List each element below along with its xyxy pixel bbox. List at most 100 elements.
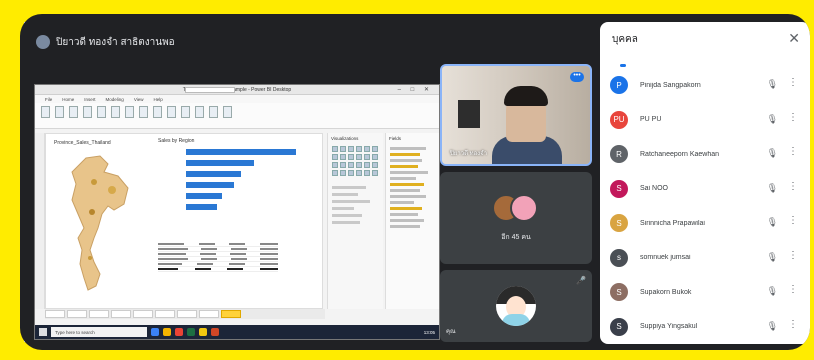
thailand-map	[71, 155, 129, 291]
participant-row[interactable]: S Sai NOO 🎙 ⋮	[600, 172, 810, 207]
mic-off-icon[interactable]: 🎙	[767, 286, 778, 297]
host-video-tile[interactable]: ••• ปิยาวดี ทองจำ	[440, 64, 592, 166]
avatar: P	[610, 76, 628, 95]
self-avatar	[496, 286, 536, 326]
excel-icon	[187, 328, 195, 336]
report-canvas: Province_Sales_Thailand Sales by Region	[45, 133, 323, 309]
participant-name: Sirinnicha Prapawilai	[640, 219, 705, 227]
visualizations-title: Visualizations	[331, 136, 359, 141]
host-name-label: ปิยาวดี ทองจำ	[450, 151, 487, 157]
shared-screen[interactable]: Thailand Sales 2019 Sample - Power BI De…	[34, 84, 440, 340]
mic-off-icon[interactable]: 🎙	[767, 183, 778, 194]
more-vert-icon[interactable]: ⋮	[788, 216, 798, 226]
report-page-tabs	[45, 309, 325, 319]
windows-start-icon	[39, 328, 47, 336]
taskbar-search: Type here to search	[51, 327, 147, 337]
more-vert-icon[interactable]: ⋮	[788, 285, 798, 295]
report-left-rail	[35, 133, 45, 309]
mic-off-icon[interactable]: 🎙	[767, 148, 778, 159]
more-vert-icon[interactable]: ⋮	[788, 78, 798, 88]
avatar: S	[610, 214, 628, 233]
mic-off-icon[interactable]: 🎙	[767, 217, 778, 228]
participant-row[interactable]: S Supakorn Bukok 🎙 ⋮	[600, 275, 810, 310]
page-tab	[89, 310, 109, 318]
visualizations-pane: Visualizations	[327, 133, 383, 309]
mic-off-icon[interactable]: 🎙	[767, 252, 778, 263]
bar-row	[186, 192, 306, 201]
page-tab	[133, 310, 153, 318]
participant-row[interactable]: R Ratchaneeporn Kaewhan 🎙 ⋮	[600, 137, 810, 172]
more-vert-icon[interactable]: ⋮	[788, 112, 798, 123]
map-title: Province_Sales_Thailand	[54, 140, 111, 146]
powerbi-icon	[199, 328, 207, 336]
participant-name: somnuek jumsai	[640, 254, 691, 262]
ribbon-tab: File	[45, 96, 53, 102]
participant-row[interactable]: S Suppiya Yingsakul 🎙 ⋮	[600, 310, 810, 345]
bar	[186, 160, 254, 166]
mic-off-icon: 🎤	[576, 276, 586, 285]
bar-row	[186, 159, 306, 168]
ribbon-button-icon	[111, 106, 120, 118]
windows-taskbar: Type here to search 13:05	[35, 325, 439, 339]
ribbon-button-icon	[97, 106, 106, 118]
table-total-row	[158, 267, 278, 272]
participant-name: Suppiya Yingsakul	[640, 323, 698, 331]
avatar-group	[492, 194, 538, 224]
ribbon-button-icon	[83, 106, 92, 118]
ribbon-button-icon	[153, 106, 162, 118]
window-title-bar: Thailand Sales 2019 Sample - Power BI De…	[35, 85, 439, 95]
more-horiz-icon[interactable]: •••	[570, 72, 584, 82]
ribbon-button-icon	[223, 106, 232, 118]
participant-name: Pinijda Sangpakorn	[640, 81, 701, 89]
folder-icon	[163, 328, 171, 336]
bar	[186, 149, 296, 155]
window-controls-icon: – □ ✕	[397, 87, 433, 93]
page-tab	[67, 310, 87, 318]
camera-shelf	[458, 100, 480, 128]
mic-off-icon[interactable]: 🎙	[767, 321, 778, 332]
avatar: S	[610, 283, 628, 302]
participant-row[interactable]: PU PU PU 🎙 ⋮	[600, 103, 810, 138]
participant-row[interactable]: s somnuek jumsai 🎙 ⋮	[600, 241, 810, 276]
ribbon-tab: View	[133, 96, 144, 102]
avatar: S	[610, 179, 628, 198]
close-icon[interactable]: ✕	[788, 31, 800, 45]
page-tab	[199, 310, 219, 318]
bar-row	[186, 181, 306, 190]
ribbon-toolbar	[35, 103, 439, 129]
page-tab	[45, 310, 65, 318]
participant-row[interactable]: P Pinijda Sangpakorn 🎙 ⋮	[600, 68, 810, 103]
taskbar-clock: 13:05	[423, 329, 435, 335]
meet-window: ปิยาวดี ทองจำ สาธิตงานพอ Thailand Sales …	[20, 14, 810, 350]
bar	[186, 204, 217, 210]
visual-type-grid	[328, 144, 383, 178]
ribbon-button-icon	[55, 106, 64, 118]
mic-off-icon[interactable]: 🎙	[767, 114, 778, 125]
bar	[186, 193, 222, 199]
bar-row	[186, 170, 306, 179]
participant-name: PU PU	[640, 116, 662, 124]
more-vert-icon[interactable]: ⋮	[788, 250, 798, 261]
avatar: R	[610, 145, 628, 164]
ribbon-button-icon	[41, 106, 50, 118]
chrome-icon	[175, 328, 183, 336]
others-tile[interactable]: อีก 45 คน	[440, 172, 592, 264]
avatar: s	[610, 248, 628, 267]
avatar: PU	[610, 110, 628, 129]
more-vert-icon[interactable]: ⋮	[788, 181, 798, 192]
avatar: S	[610, 317, 628, 336]
bar-row	[186, 148, 306, 157]
bar-chart	[186, 148, 306, 214]
self-video-tile[interactable]: 🎤 คุณ	[440, 270, 592, 342]
ribbon-button-icon	[181, 106, 190, 118]
mic-off-icon[interactable]: 🎙	[767, 79, 778, 90]
participant-row[interactable]: S Sirinnicha Prapawilai 🎙 ⋮	[600, 206, 810, 241]
fields-pane: Fields	[385, 133, 439, 309]
more-vert-icon[interactable]: ⋮	[788, 319, 798, 330]
bar-row	[186, 203, 306, 212]
self-name-label: คุณ	[446, 329, 456, 335]
people-header: บุคคล ✕	[600, 22, 810, 56]
summary-table	[158, 242, 278, 272]
more-vert-icon[interactable]: ⋮	[788, 147, 798, 157]
page-tab	[111, 310, 131, 318]
